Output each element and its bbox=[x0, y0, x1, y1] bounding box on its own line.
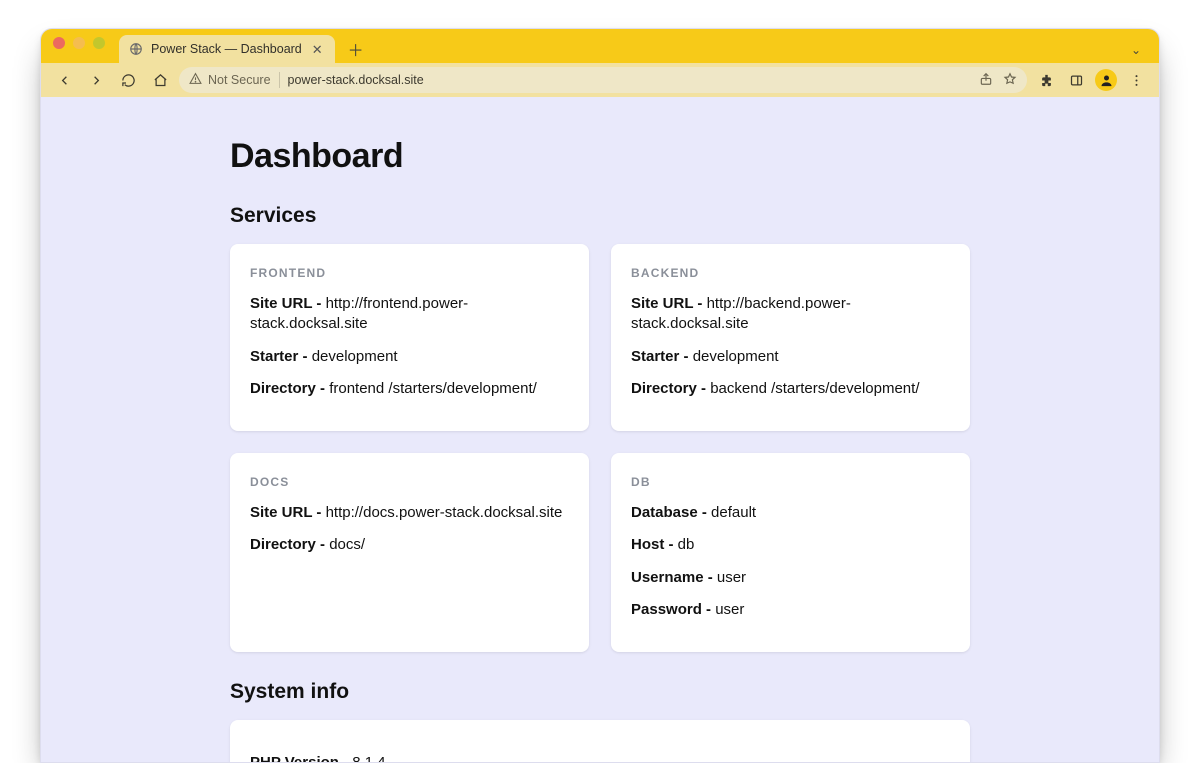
row-host: Host - db bbox=[631, 535, 950, 555]
label-database: Database - bbox=[631, 504, 711, 521]
label-directory: Directory - bbox=[250, 536, 329, 553]
home-button[interactable] bbox=[147, 67, 173, 93]
card-title: DB bbox=[631, 475, 950, 489]
system-info-heading: System info bbox=[230, 680, 970, 704]
row-password: Password - user bbox=[631, 600, 950, 620]
label-site-url: Site URL - bbox=[250, 295, 326, 312]
browser-tab[interactable]: Power Stack — Dashboard ✕ bbox=[119, 35, 335, 63]
page-content: Dashboard Services FRONTEND Site URL - h… bbox=[220, 97, 980, 762]
label-starter: Starter - bbox=[631, 348, 693, 365]
value-database: default bbox=[711, 504, 756, 521]
label-host: Host - bbox=[631, 536, 678, 553]
service-card-docs: DOCS Site URL - http://docs.power-stack.… bbox=[230, 453, 589, 652]
row-site-url: Site URL - http://docs.power-stack.docks… bbox=[250, 503, 569, 523]
forward-button[interactable] bbox=[83, 67, 109, 93]
label-php-version: PHP Version - bbox=[250, 754, 352, 762]
share-icon[interactable] bbox=[979, 72, 993, 89]
tab-strip: Power Stack — Dashboard ✕ ＋ ⌄ bbox=[41, 29, 1159, 63]
chrome-top: Power Stack — Dashboard ✕ ＋ ⌄ bbox=[41, 29, 1159, 97]
label-directory: Directory - bbox=[631, 380, 710, 397]
label-site-url: Site URL - bbox=[250, 504, 326, 521]
page-title: Dashboard bbox=[230, 137, 970, 176]
close-tab-icon[interactable]: ✕ bbox=[310, 41, 325, 58]
window-zoom-icon[interactable] bbox=[93, 37, 105, 49]
tab-list-caret-icon[interactable]: ⌄ bbox=[1131, 43, 1149, 63]
profile-button[interactable] bbox=[1093, 67, 1119, 93]
security-indicator[interactable]: Not Secure bbox=[189, 72, 280, 88]
row-php-version: PHP Version - 8.1.4 bbox=[250, 754, 950, 762]
extensions-icon[interactable] bbox=[1033, 67, 1059, 93]
label-directory: Directory - bbox=[250, 380, 329, 397]
value-directory: frontend /starters/development/ bbox=[329, 380, 537, 397]
value-directory: docs/ bbox=[329, 536, 365, 553]
side-panel-icon[interactable] bbox=[1063, 67, 1089, 93]
value-starter: development bbox=[693, 348, 779, 365]
service-card-backend: BACKEND Site URL - http://backend.power-… bbox=[611, 244, 970, 431]
back-button[interactable] bbox=[51, 67, 77, 93]
value-site-url: http://docs.power-stack.docksal.site bbox=[326, 504, 563, 521]
reload-button[interactable] bbox=[115, 67, 141, 93]
label-username: Username - bbox=[631, 569, 717, 586]
row-starter: Starter - development bbox=[631, 347, 950, 367]
browser-toolbar: Not Secure bbox=[41, 63, 1159, 97]
viewport[interactable]: Dashboard Services FRONTEND Site URL - h… bbox=[41, 97, 1159, 762]
window-close-icon[interactable] bbox=[53, 37, 65, 49]
row-directory: Directory - frontend /starters/developme… bbox=[250, 379, 569, 399]
service-card-db: DB Database - default Host - db Username… bbox=[611, 453, 970, 652]
card-title: BACKEND bbox=[631, 266, 950, 280]
value-starter: development bbox=[312, 348, 398, 365]
row-site-url: Site URL - http://frontend.power-stack.d… bbox=[250, 294, 569, 335]
system-info-card: PHP Version - 8.1.4 bbox=[230, 720, 970, 762]
address-bar[interactable]: Not Secure bbox=[179, 67, 1027, 93]
label-site-url: Site URL - bbox=[631, 295, 707, 312]
value-php-version: 8.1.4 bbox=[352, 754, 385, 762]
value-password: user bbox=[715, 601, 744, 618]
warning-icon bbox=[189, 72, 202, 88]
tab-title: Power Stack — Dashboard bbox=[151, 42, 302, 56]
bookmark-star-icon[interactable] bbox=[1003, 72, 1017, 89]
value-directory: backend /starters/development/ bbox=[710, 380, 919, 397]
row-directory: Directory - backend /starters/developmen… bbox=[631, 379, 950, 399]
url-input[interactable] bbox=[288, 73, 971, 87]
services-heading: Services bbox=[230, 204, 970, 228]
label-starter: Starter - bbox=[250, 348, 312, 365]
kebab-menu-icon[interactable] bbox=[1123, 67, 1149, 93]
window-minimize-icon[interactable] bbox=[73, 37, 85, 49]
row-directory: Directory - docs/ bbox=[250, 535, 569, 555]
traffic-lights bbox=[51, 29, 111, 63]
avatar-icon bbox=[1095, 69, 1117, 91]
row-database: Database - default bbox=[631, 503, 950, 523]
row-username: Username - user bbox=[631, 568, 950, 588]
globe-icon bbox=[129, 42, 143, 56]
browser-window: Power Stack — Dashboard ✕ ＋ ⌄ bbox=[40, 28, 1160, 763]
service-card-frontend: FRONTEND Site URL - http://frontend.powe… bbox=[230, 244, 589, 431]
security-label: Not Secure bbox=[208, 73, 271, 87]
value-username: user bbox=[717, 569, 746, 586]
new-tab-button[interactable]: ＋ bbox=[343, 36, 369, 62]
card-title: DOCS bbox=[250, 475, 569, 489]
row-site-url: Site URL - http://backend.power-stack.do… bbox=[631, 294, 950, 335]
value-host: db bbox=[678, 536, 695, 553]
label-password: Password - bbox=[631, 601, 715, 618]
card-title: FRONTEND bbox=[250, 266, 569, 280]
services-grid: FRONTEND Site URL - http://frontend.powe… bbox=[230, 244, 970, 652]
row-starter: Starter - development bbox=[250, 347, 569, 367]
